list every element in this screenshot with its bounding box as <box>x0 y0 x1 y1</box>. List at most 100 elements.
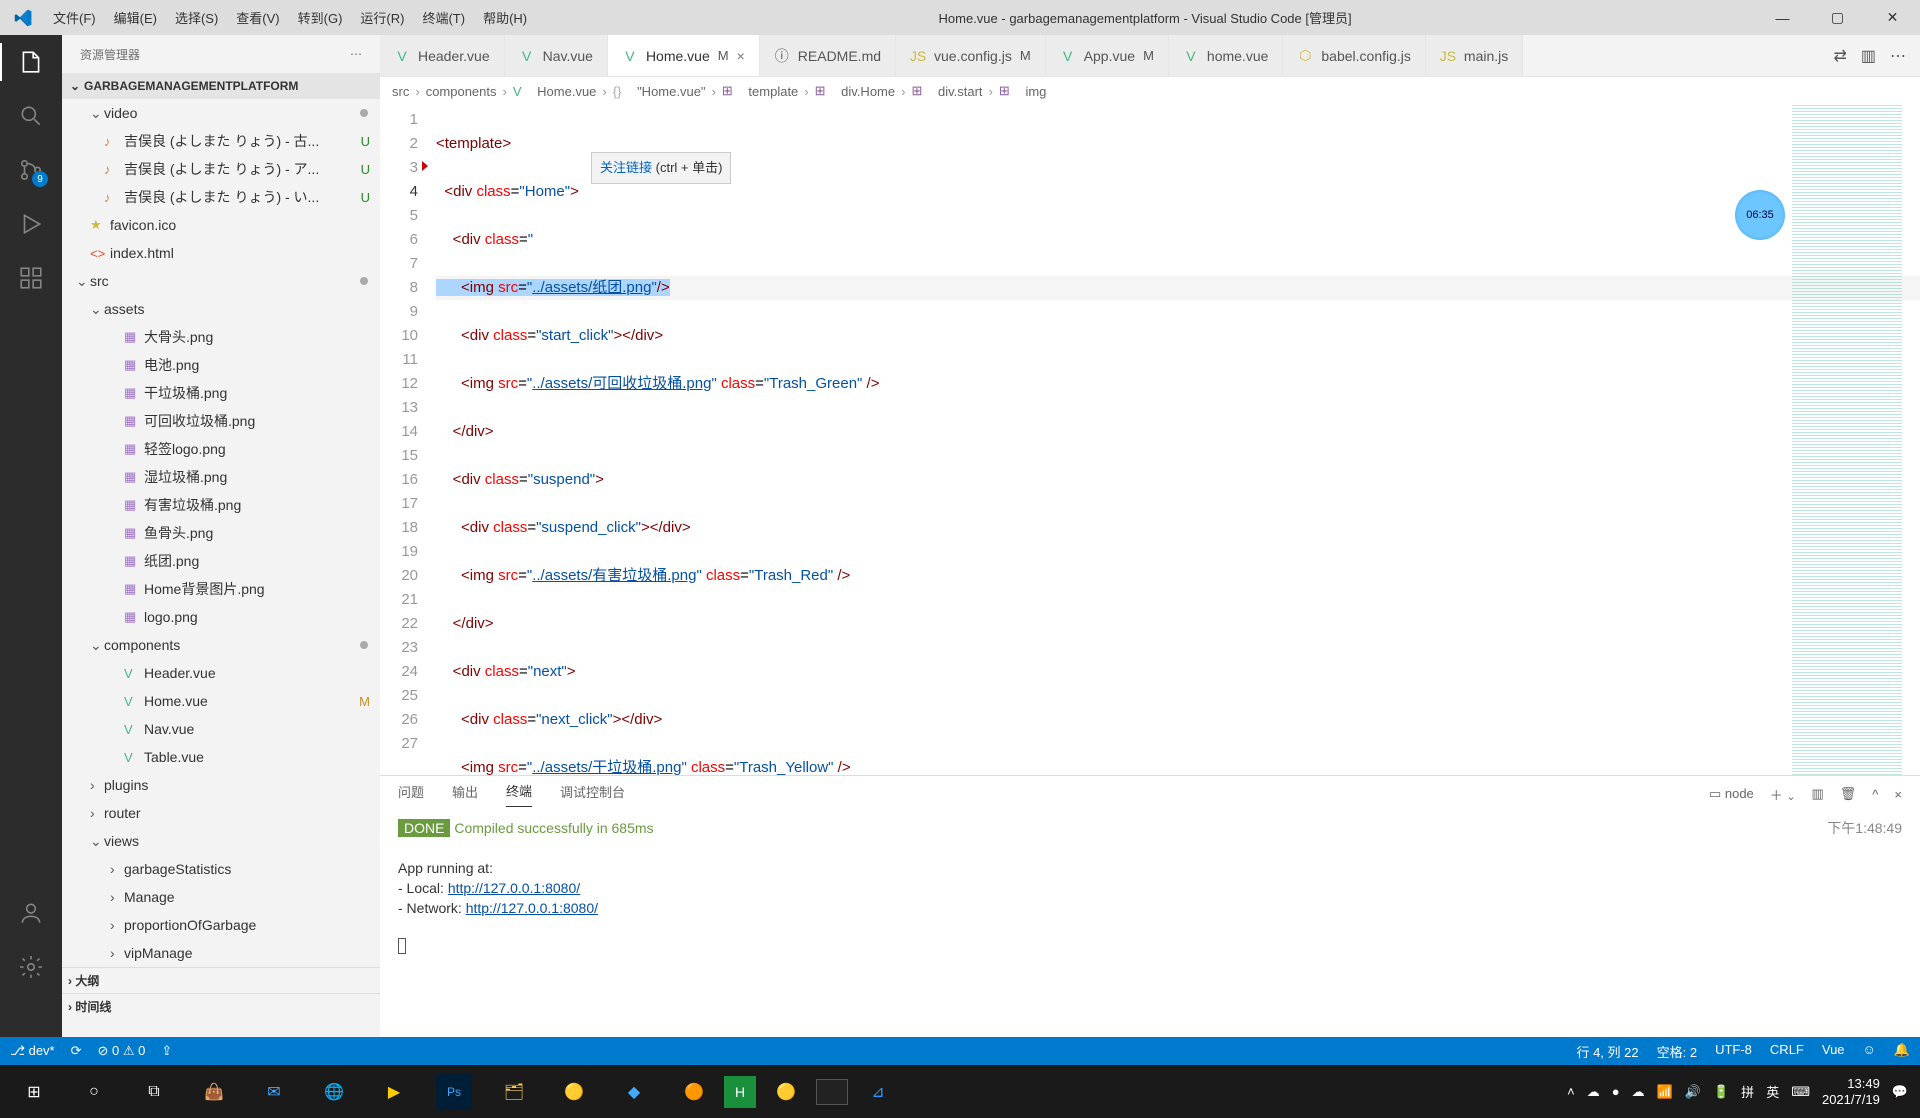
folder-plugins[interactable]: ›plugins <box>62 771 380 799</box>
tray-wifi-icon[interactable]: 📶 <box>1657 1084 1673 1100</box>
tray-ime2[interactable]: 英 <box>1766 1082 1779 1101</box>
menu-view[interactable]: 查看(V) <box>228 4 287 31</box>
close-icon[interactable]: × <box>737 48 745 64</box>
source-control-icon[interactable]: 9 <box>16 155 46 185</box>
terminal-select[interactable]: ▭ node <box>1709 786 1754 802</box>
cmd-icon[interactable] <box>816 1079 848 1105</box>
app-icon[interactable]: 🟠 <box>664 1065 724 1118</box>
more-icon[interactable]: ⋯ <box>1890 46 1906 66</box>
settings-gear-icon[interactable] <box>16 952 46 982</box>
tray-ime[interactable]: 拼 <box>1741 1082 1754 1101</box>
file-png[interactable]: ▦logo.png <box>62 603 380 631</box>
section-outline[interactable]: › 大纲 <box>62 967 380 993</box>
folder-gstats[interactable]: ›garbageStatistics <box>62 855 380 883</box>
mail-icon[interactable]: ✉ <box>244 1065 304 1118</box>
file-png[interactable]: ▦有害垃圾桶.png <box>62 491 380 519</box>
file-png[interactable]: ▦轻签logo.png <box>62 435 380 463</box>
tray-battery-icon[interactable]: 🔋 <box>1713 1084 1729 1100</box>
menu-help[interactable]: 帮助(H) <box>475 4 535 31</box>
timer-widget[interactable]: 06:35 <box>1735 190 1785 240</box>
file-png[interactable]: ▦Home背景图片.png <box>62 575 380 603</box>
folder-components[interactable]: ⌄components <box>62 631 380 659</box>
status-encoding[interactable]: UTF-8 <box>1715 1042 1752 1061</box>
file-favicon[interactable]: ★favicon.ico <box>62 211 380 239</box>
search-icon[interactable] <box>16 101 46 131</box>
menu-file[interactable]: 文件(F) <box>45 4 104 31</box>
terminal-output[interactable]: DONE Compiled successfully in 685ms下午1:4… <box>380 812 1920 1037</box>
compare-icon[interactable]: ⇄ <box>1833 46 1846 66</box>
folder-vipmanage[interactable]: ›vipManage <box>62 939 380 967</box>
tab-nav-vue[interactable]: VNav.vue <box>505 35 608 76</box>
project-root[interactable]: ⌄GARBAGEMANAGEMENTPLATFORM <box>62 73 380 99</box>
start-button[interactable]: ⊞ <box>4 1065 64 1118</box>
status-problems[interactable]: ⊘ 0 ⚠ 0 <box>98 1043 146 1059</box>
file-png[interactable]: ▦鱼骨头.png <box>62 519 380 547</box>
split-icon[interactable]: ▥ <box>1861 46 1876 66</box>
taskview-icon[interactable]: ⧉ <box>124 1065 184 1118</box>
account-icon[interactable] <box>16 898 46 928</box>
minimap[interactable] <box>1792 105 1902 775</box>
cortana-icon[interactable]: ○ <box>64 1065 124 1118</box>
new-terminal-icon[interactable]: ＋ ⌄ <box>1770 785 1796 804</box>
section-timeline[interactable]: › 时间线 <box>62 993 380 1019</box>
status-indent[interactable]: 空格: 2 <box>1657 1042 1697 1061</box>
tray-notifications-icon[interactable]: 💬 <box>1892 1084 1908 1100</box>
extensions-icon[interactable] <box>16 263 46 293</box>
tab-babelconfig[interactable]: ⬡babel.config.js <box>1283 35 1426 76</box>
kill-terminal-icon[interactable]: 🗑 <box>1840 786 1857 802</box>
status-sync-icon[interactable]: ⟳ <box>71 1043 82 1059</box>
status-cursor-pos[interactable]: 行 4, 列 22 <box>1576 1042 1638 1061</box>
tab-readme[interactable]: ⓘREADME.md <box>760 35 896 76</box>
chrome-icon[interactable]: 🟡 <box>544 1065 604 1118</box>
vscode-taskbar-icon[interactable]: ⊿ <box>848 1065 908 1118</box>
status-port-icon[interactable]: ⇪ <box>161 1043 172 1059</box>
code-content[interactable]: <template> <div class="Home"> <div class… <box>436 105 1920 775</box>
tray-clock[interactable]: 13:492021/7/19 <box>1822 1076 1880 1108</box>
status-lang[interactable]: Vue <box>1822 1042 1845 1061</box>
panel-tab-terminal[interactable]: 终端 <box>506 781 532 807</box>
tray-app-icon[interactable]: ● <box>1612 1084 1620 1099</box>
tab-vueconfig[interactable]: JSvue.config.jsM <box>896 35 1046 76</box>
explorer-icon[interactable]: 🗂 <box>484 1065 544 1118</box>
menu-select[interactable]: 选择(S) <box>167 4 226 31</box>
media-icon[interactable]: ▶ <box>364 1065 424 1118</box>
menu-terminal[interactable]: 终端(T) <box>414 4 473 31</box>
edge-icon[interactable]: 🌐 <box>304 1065 364 1118</box>
tray-volume-icon[interactable]: 🔊 <box>1685 1084 1701 1100</box>
file-audio[interactable]: ♪吉俣良 (よしまた りょう) - 古...U <box>62 127 380 155</box>
breadcrumb[interactable]: src› components› V Home.vue› {} "Home.vu… <box>380 77 1920 105</box>
file-indexhtml[interactable]: <>index.html <box>62 239 380 267</box>
status-branch[interactable]: ⎇ dev* <box>10 1043 55 1059</box>
hbuilder-icon[interactable]: H <box>724 1076 756 1108</box>
folder-src[interactable]: ⌄src <box>62 267 380 295</box>
status-bell-icon[interactable]: 🔔 <box>1894 1042 1910 1061</box>
tab-mainjs[interactable]: JSmain.js <box>1426 35 1523 76</box>
file-png[interactable]: ▦大骨头.png <box>62 323 380 351</box>
menu-edit[interactable]: 编辑(E) <box>106 4 165 31</box>
tab-header-vue[interactable]: VHeader.vue <box>380 35 505 76</box>
tray-up-icon[interactable]: ˄ <box>1567 1084 1575 1099</box>
folder-manage[interactable]: ›Manage <box>62 883 380 911</box>
tab-home2-vue[interactable]: Vhome.vue <box>1169 35 1283 76</box>
file-png[interactable]: ▦干垃圾桶.png <box>62 379 380 407</box>
folder-assets[interactable]: ⌄assets <box>62 295 380 323</box>
folder-router[interactable]: ›router <box>62 799 380 827</box>
panel-tab-problems[interactable]: 问题 <box>398 782 424 807</box>
sidebar-more-icon[interactable]: ⋯ <box>350 47 362 61</box>
photoshop-icon[interactable]: Ps <box>436 1074 472 1110</box>
file-table-vue[interactable]: VTable.vue <box>62 743 380 771</box>
explorer-icon[interactable] <box>16 47 46 77</box>
close-panel-icon[interactable]: × <box>1894 787 1902 802</box>
tray-onedrive-icon[interactable]: ☁ <box>1632 1084 1645 1100</box>
tray-weather-icon[interactable]: ☁ <box>1587 1084 1600 1100</box>
store-icon[interactable]: 👜 <box>184 1065 244 1118</box>
tab-home-vue[interactable]: VHome.vueM× <box>608 35 760 76</box>
file-audio[interactable]: ♪吉俣良 (よしまた りょう) - ア...U <box>62 155 380 183</box>
app-icon[interactable]: ◆ <box>604 1065 664 1118</box>
close-button[interactable]: ✕ <box>1865 0 1920 35</box>
maximize-button[interactable]: ▢ <box>1810 0 1865 35</box>
file-home-vue[interactable]: VHome.vueM <box>62 687 380 715</box>
file-png[interactable]: ▦可回收垃圾桶.png <box>62 407 380 435</box>
folder-proportion[interactable]: ›proportionOfGarbage <box>62 911 380 939</box>
menu-go[interactable]: 转到(G) <box>290 4 351 31</box>
